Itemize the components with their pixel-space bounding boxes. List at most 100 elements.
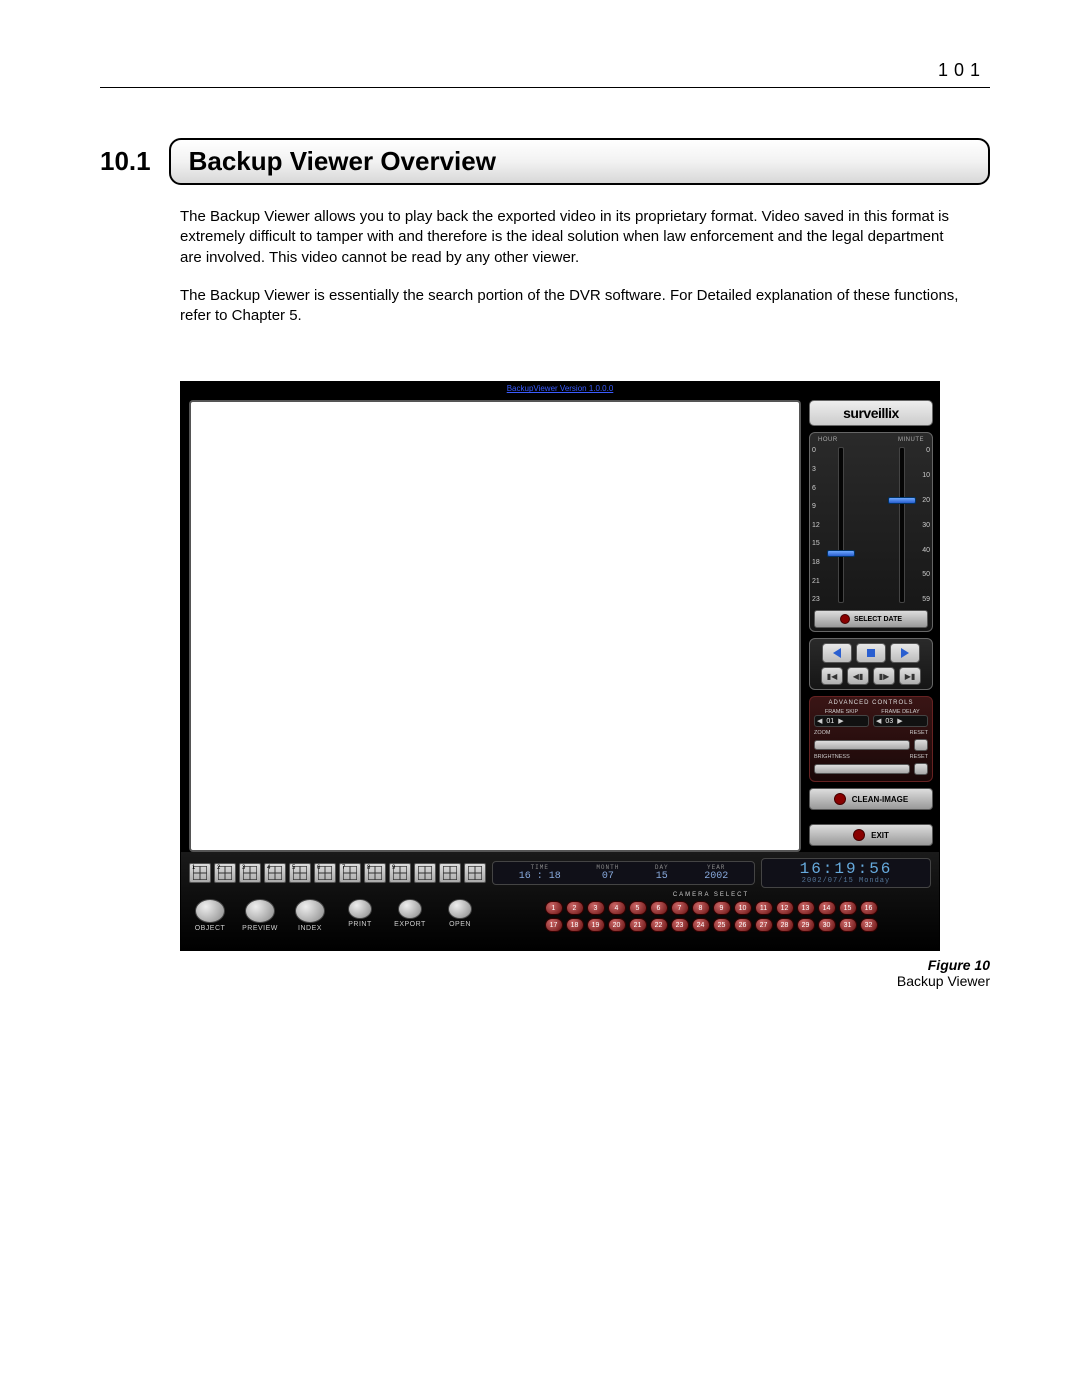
year-label: YEAR — [704, 864, 728, 871]
brightness-reset-button[interactable] — [914, 763, 928, 775]
stop-button[interactable] — [856, 643, 886, 663]
chevron-left-icon[interactable]: ◀ — [876, 717, 881, 725]
index-button[interactable]: INDEX — [289, 899, 331, 932]
minute-slider[interactable]: 0 10 20 30 40 50 59 — [871, 447, 932, 603]
hour-slider[interactable]: 0 3 6 9 12 15 18 21 23 — [810, 447, 871, 603]
camera-11-button[interactable]: 11 — [755, 901, 773, 915]
minute-tick: 59 — [922, 596, 930, 603]
zoom-slider[interactable] — [814, 740, 910, 750]
playback-panel: ▮◀ ◀▮ ▮▶ ▶▮ — [809, 638, 933, 690]
frame-delay-stepper[interactable]: ◀ 03 ▶ — [873, 715, 928, 727]
chevron-right-icon[interactable]: ▶ — [838, 717, 843, 725]
time-picker-panel: HOUR MINUTE 0 3 6 9 12 — [809, 432, 933, 632]
camera-18-button[interactable]: 18 — [566, 918, 584, 932]
time-label: TIME — [519, 864, 561, 871]
hour-tick: 9 — [812, 503, 820, 510]
camera-22-button[interactable]: 22 — [650, 918, 668, 932]
minute-label: MINUTE — [898, 437, 924, 443]
zoom-reset-button[interactable] — [914, 739, 928, 751]
layout-icon-7[interactable]: 7 — [339, 863, 361, 883]
camera-28-button[interactable]: 28 — [776, 918, 794, 932]
object-button[interactable]: OBJECT — [189, 899, 231, 932]
camera-20-button[interactable]: 20 — [608, 918, 626, 932]
chevron-right-icon[interactable]: ▶ — [897, 717, 902, 725]
camera-4-button[interactable]: 4 — [608, 901, 626, 915]
video-display-area[interactable] — [189, 400, 801, 852]
print-button[interactable]: PRINT — [339, 899, 381, 932]
skip-start-button[interactable]: ▮◀ — [821, 667, 843, 685]
layout-icon-3[interactable]: 3 — [239, 863, 261, 883]
hour-handle[interactable] — [827, 550, 855, 557]
chevron-left-icon[interactable]: ◀ — [817, 717, 822, 725]
camera-1-button[interactable]: 1 — [545, 901, 563, 915]
camera-29-button[interactable]: 29 — [797, 918, 815, 932]
camera-16-button[interactable]: 16 — [860, 901, 878, 915]
camera-17-button[interactable]: 17 — [545, 918, 563, 932]
layout-icon-8[interactable]: 8 — [364, 863, 386, 883]
layout-icon-12[interactable] — [464, 863, 486, 883]
play-button[interactable] — [890, 643, 920, 663]
camera-27-button[interactable]: 27 — [755, 918, 773, 932]
exit-button[interactable]: EXIT — [809, 824, 933, 846]
camera-6-button[interactable]: 6 — [650, 901, 668, 915]
skip-end-button[interactable]: ▶▮ — [899, 667, 921, 685]
camera-2-button[interactable]: 2 — [566, 901, 584, 915]
layout-icon-11[interactable] — [439, 863, 461, 883]
select-date-button[interactable]: SELECT DATE — [814, 610, 928, 628]
step-back-button[interactable]: ◀▮ — [847, 667, 869, 685]
layout-grid-icons: 123456789 — [189, 863, 486, 883]
camera-14-button[interactable]: 14 — [818, 901, 836, 915]
minute-tick: 20 — [922, 497, 930, 504]
month-label: MONTH — [596, 864, 619, 871]
camera-24-button[interactable]: 24 — [692, 918, 710, 932]
minute-tick: 50 — [922, 571, 930, 578]
camera-32-button[interactable]: 32 — [860, 918, 878, 932]
export-button[interactable]: EXPORT — [389, 899, 431, 932]
figure-caption-text: Backup Viewer — [180, 973, 990, 989]
layout-icon-9[interactable]: 9 — [389, 863, 411, 883]
clean-image-button[interactable]: CLEAN-IMAGE — [809, 788, 933, 810]
camera-21-button[interactable]: 21 — [629, 918, 647, 932]
day-value: 15 — [656, 871, 668, 882]
frame-skip-stepper[interactable]: ◀ 01 ▶ — [814, 715, 869, 727]
rewind-button[interactable] — [822, 643, 852, 663]
step-forward-button[interactable]: ▮▶ — [873, 667, 895, 685]
backup-viewer-app: BackupViewer Version 1.0.0.0 surveillix … — [180, 381, 940, 951]
reset-label: RESET — [910, 754, 928, 760]
camera-10-button[interactable]: 10 — [734, 901, 752, 915]
camera-30-button[interactable]: 30 — [818, 918, 836, 932]
camera-31-button[interactable]: 31 — [839, 918, 857, 932]
minute-handle[interactable] — [888, 497, 916, 504]
camera-3-button[interactable]: 3 — [587, 901, 605, 915]
camera-13-button[interactable]: 13 — [797, 901, 815, 915]
camera-12-button[interactable]: 12 — [776, 901, 794, 915]
camera-9-button[interactable]: 9 — [713, 901, 731, 915]
frame-delay-value: 03 — [883, 718, 895, 725]
camera-15-button[interactable]: 15 — [839, 901, 857, 915]
hour-tick: 23 — [812, 596, 820, 603]
camera-25-button[interactable]: 25 — [713, 918, 731, 932]
reset-label: RESET — [910, 730, 928, 736]
layout-icon-10[interactable] — [414, 863, 436, 883]
preview-button[interactable]: PREVIEW — [239, 899, 281, 932]
open-button[interactable]: OPEN — [439, 899, 481, 932]
select-date-label: SELECT DATE — [854, 616, 902, 623]
layout-icon-6[interactable]: 6 — [314, 863, 336, 883]
layout-icon-4[interactable]: 4 — [264, 863, 286, 883]
camera-26-button[interactable]: 26 — [734, 918, 752, 932]
hour-tick: 18 — [812, 559, 820, 566]
camera-7-button[interactable]: 7 — [671, 901, 689, 915]
camera-23-button[interactable]: 23 — [671, 918, 689, 932]
camera-select-label: CAMERA SELECT — [673, 892, 749, 898]
open-icon — [448, 899, 472, 919]
camera-19-button[interactable]: 19 — [587, 918, 605, 932]
frame-skip-value: 01 — [824, 718, 836, 725]
camera-8-button[interactable]: 8 — [692, 901, 710, 915]
brightness-slider[interactable] — [814, 764, 910, 774]
zoom-label: ZOOM — [814, 730, 910, 736]
layout-icon-5[interactable]: 5 — [289, 863, 311, 883]
day-label: DAY — [655, 864, 669, 871]
camera-5-button[interactable]: 5 — [629, 901, 647, 915]
layout-icon-2[interactable]: 2 — [214, 863, 236, 883]
layout-icon-1[interactable]: 1 — [189, 863, 211, 883]
